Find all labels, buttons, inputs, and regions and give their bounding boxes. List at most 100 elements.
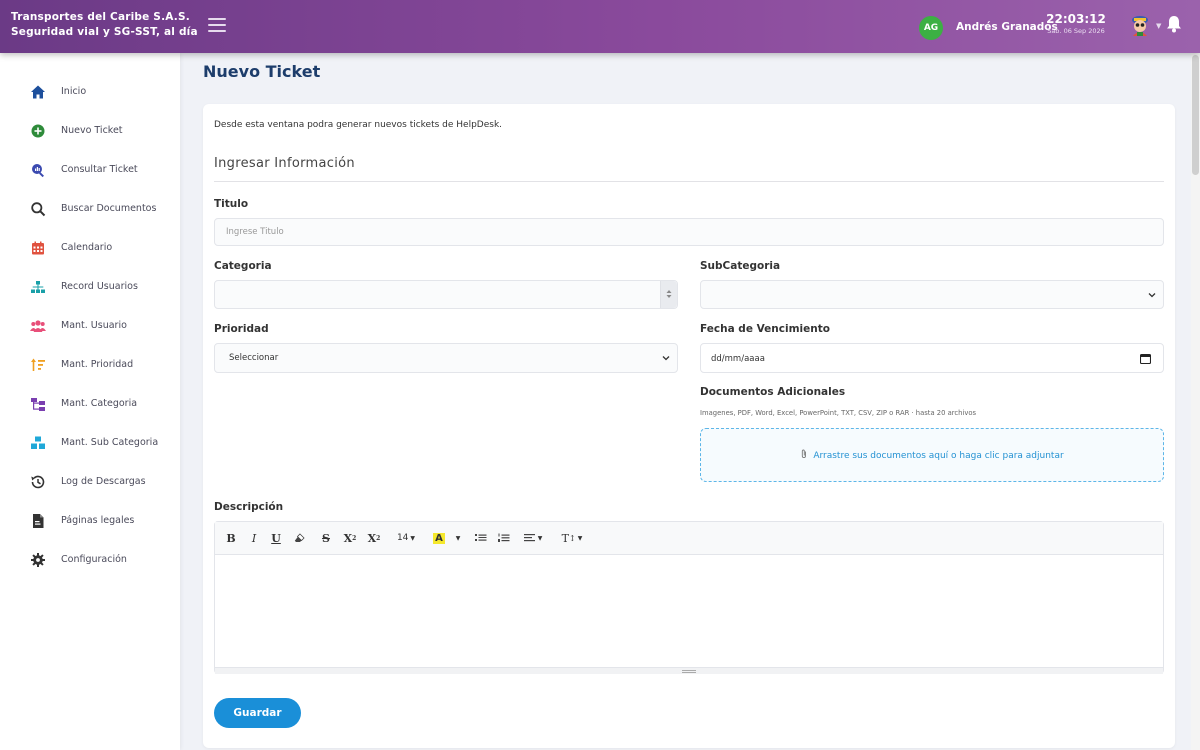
titulo-input[interactable] bbox=[214, 218, 1164, 246]
sidebar: Inicio Nuevo Ticket Consultar Ticket Bus… bbox=[0, 53, 180, 750]
scrollbar-thumb[interactable] bbox=[1192, 55, 1199, 175]
brand[interactable]: Transportes del Caribe S.A.S. Seguridad … bbox=[11, 10, 198, 40]
superscript-icon[interactable]: X2 bbox=[342, 530, 358, 546]
vencimiento-label: Fecha de Vencimiento bbox=[700, 323, 830, 335]
subscript-icon[interactable]: X2 bbox=[366, 530, 382, 546]
dropzone-text: Arrastre sus documentos aquí o haga clic… bbox=[813, 451, 1064, 461]
sidebar-item-label: Configuración bbox=[61, 554, 127, 565]
eraser-icon[interactable] bbox=[292, 530, 306, 546]
chevron-down-icon[interactable]: ▼ bbox=[453, 530, 463, 546]
grip-icon bbox=[682, 670, 696, 673]
align-icon[interactable]: ▼ bbox=[520, 530, 546, 546]
brand-line-2: Seguridad vial y SG-SST, al día bbox=[11, 26, 198, 38]
sidebar-item-buscar-documentos[interactable]: Buscar Documentos bbox=[0, 194, 180, 224]
paperclip-icon bbox=[802, 449, 807, 458]
cubes-icon bbox=[31, 436, 45, 449]
font-size-value: 14 bbox=[396, 533, 409, 543]
italic-icon[interactable]: I bbox=[247, 530, 261, 546]
highlight-color-icon[interactable]: A bbox=[431, 530, 447, 546]
file-legal-icon bbox=[33, 514, 44, 528]
subcategoria-select[interactable] bbox=[700, 280, 1164, 309]
titulo-label: Titulo bbox=[214, 198, 249, 210]
descripcion-label: Descripción bbox=[214, 501, 284, 513]
page-scrollbar[interactable] bbox=[1191, 53, 1200, 750]
calendar-icon[interactable] bbox=[1140, 353, 1151, 364]
search-chart-icon bbox=[32, 164, 44, 178]
sidebar-item-mant-usuario[interactable]: Mant. Usuario bbox=[0, 311, 180, 341]
sidebar-item-inicio[interactable]: Inicio bbox=[0, 77, 180, 107]
sidebar-item-mant-sub-categoria[interactable]: Mant. Sub Categoria bbox=[0, 428, 180, 458]
chevron-down-icon bbox=[1148, 293, 1156, 298]
section-title: Ingresar Información bbox=[214, 156, 355, 171]
sidebar-item-paginas-legales[interactable]: Páginas legales bbox=[0, 506, 180, 536]
sidebar-item-configuracion[interactable]: Configuración bbox=[0, 545, 180, 575]
save-button[interactable]: Guardar bbox=[214, 698, 301, 728]
file-dropzone[interactable]: Arrastre sus documentos aquí o haga clic… bbox=[700, 428, 1164, 482]
menu-icon[interactable] bbox=[208, 18, 226, 34]
sidebar-item-label: Mant. Categoria bbox=[61, 398, 138, 409]
categoria-label: Categoria bbox=[214, 260, 272, 272]
chevron-down-icon bbox=[662, 356, 670, 361]
underline-icon[interactable]: U bbox=[269, 530, 283, 546]
sidebar-item-record-usuarios[interactable]: Record Usuarios bbox=[0, 272, 180, 302]
divider bbox=[214, 181, 1164, 182]
category-tree-icon bbox=[31, 398, 45, 411]
sidebar-item-label: Páginas legales bbox=[61, 515, 135, 526]
sidebar-item-label: Buscar Documentos bbox=[61, 203, 157, 214]
up-down-icon bbox=[666, 290, 672, 298]
home-icon bbox=[31, 85, 45, 99]
sidebar-item-label: Consultar Ticket bbox=[61, 164, 138, 175]
rich-text-editor: B I U S X2 X2 14 ▼ A ▼ ▼ T ↕ ▼ bbox=[214, 521, 1164, 674]
history-icon bbox=[31, 475, 45, 489]
chevron-down-icon[interactable]: ▼ bbox=[1156, 22, 1161, 30]
sitemap-icon bbox=[31, 281, 45, 293]
unordered-list-icon[interactable] bbox=[473, 530, 489, 546]
users-icon bbox=[30, 320, 46, 332]
sidebar-item-label: Nuevo Ticket bbox=[61, 125, 123, 136]
avatar[interactable]: AG bbox=[919, 16, 943, 40]
page-title: Nuevo Ticket bbox=[203, 62, 321, 81]
sidebar-item-label: Record Usuarios bbox=[61, 281, 138, 292]
prioridad-value: Seleccionar bbox=[229, 353, 279, 363]
sidebar-item-consultar-ticket[interactable]: Consultar Ticket bbox=[0, 155, 180, 185]
documentos-label: Documentos Adicionales bbox=[700, 386, 846, 398]
search-icon bbox=[31, 202, 46, 217]
sidebar-item-mant-categoria[interactable]: Mant. Categoria bbox=[0, 389, 180, 419]
font-size-dropdown[interactable]: 14 ▼ bbox=[393, 530, 419, 546]
intro-text: Desde esta ventana podra generar nuevos … bbox=[214, 120, 503, 130]
plus-circle-icon bbox=[31, 124, 45, 138]
editor-toolbar: B I U S X2 X2 14 ▼ A ▼ ▼ T ↕ ▼ bbox=[215, 522, 1163, 555]
bell-icon[interactable] bbox=[1166, 15, 1182, 33]
gear-icon bbox=[31, 553, 45, 567]
editor-content-area[interactable] bbox=[215, 555, 1163, 667]
editor-resize-handle[interactable] bbox=[215, 667, 1163, 674]
clock-time: 22:03:12 bbox=[1046, 12, 1106, 26]
sidebar-item-label: Calendario bbox=[61, 242, 113, 253]
dropzone-row: Arrastre sus documentos aquí o haga clic… bbox=[701, 449, 1163, 461]
sidebar-item-label: Log de Descargas bbox=[61, 476, 146, 487]
documentos-hint: Imagenes, PDF, Word, Excel, PowerPoint, … bbox=[700, 409, 977, 417]
prioridad-select[interactable]: Seleccionar bbox=[214, 343, 678, 373]
calendar-icon bbox=[32, 241, 44, 255]
categoria-select[interactable] bbox=[214, 280, 678, 309]
vencimiento-date-input[interactable]: dd/mm/aaaa bbox=[700, 343, 1164, 373]
text-height-icon[interactable]: T ↕ ▼ bbox=[558, 530, 586, 546]
ticket-form-card: Desde esta ventana podra generar nuevos … bbox=[203, 104, 1175, 748]
sidebar-item-label: Mant. Sub Categoria bbox=[61, 437, 159, 448]
clock: 22:03:12 Sab. 06 Sep 2026 bbox=[1043, 12, 1109, 35]
sort-priority-icon bbox=[31, 358, 45, 371]
sidebar-item-log-descargas[interactable]: Log de Descargas bbox=[0, 467, 180, 497]
bold-icon[interactable]: B bbox=[224, 530, 238, 546]
brand-line-1: Transportes del Caribe S.A.S. bbox=[11, 11, 190, 23]
top-header: Transportes del Caribe S.A.S. Seguridad … bbox=[0, 0, 1200, 53]
app-mascot-icon[interactable] bbox=[1128, 14, 1152, 38]
subcategoria-label: SubCategoria bbox=[700, 260, 781, 272]
prioridad-label: Prioridad bbox=[214, 323, 269, 335]
ordered-list-icon[interactable] bbox=[496, 530, 512, 546]
sidebar-item-mant-prioridad[interactable]: Mant. Prioridad bbox=[0, 350, 180, 380]
strikethrough-icon[interactable]: S bbox=[319, 530, 333, 546]
select-spinner[interactable] bbox=[660, 281, 677, 308]
sidebar-item-label: Mant. Usuario bbox=[61, 320, 127, 331]
sidebar-item-nuevo-ticket[interactable]: Nuevo Ticket bbox=[0, 116, 180, 146]
sidebar-item-calendario[interactable]: Calendario bbox=[0, 233, 180, 263]
